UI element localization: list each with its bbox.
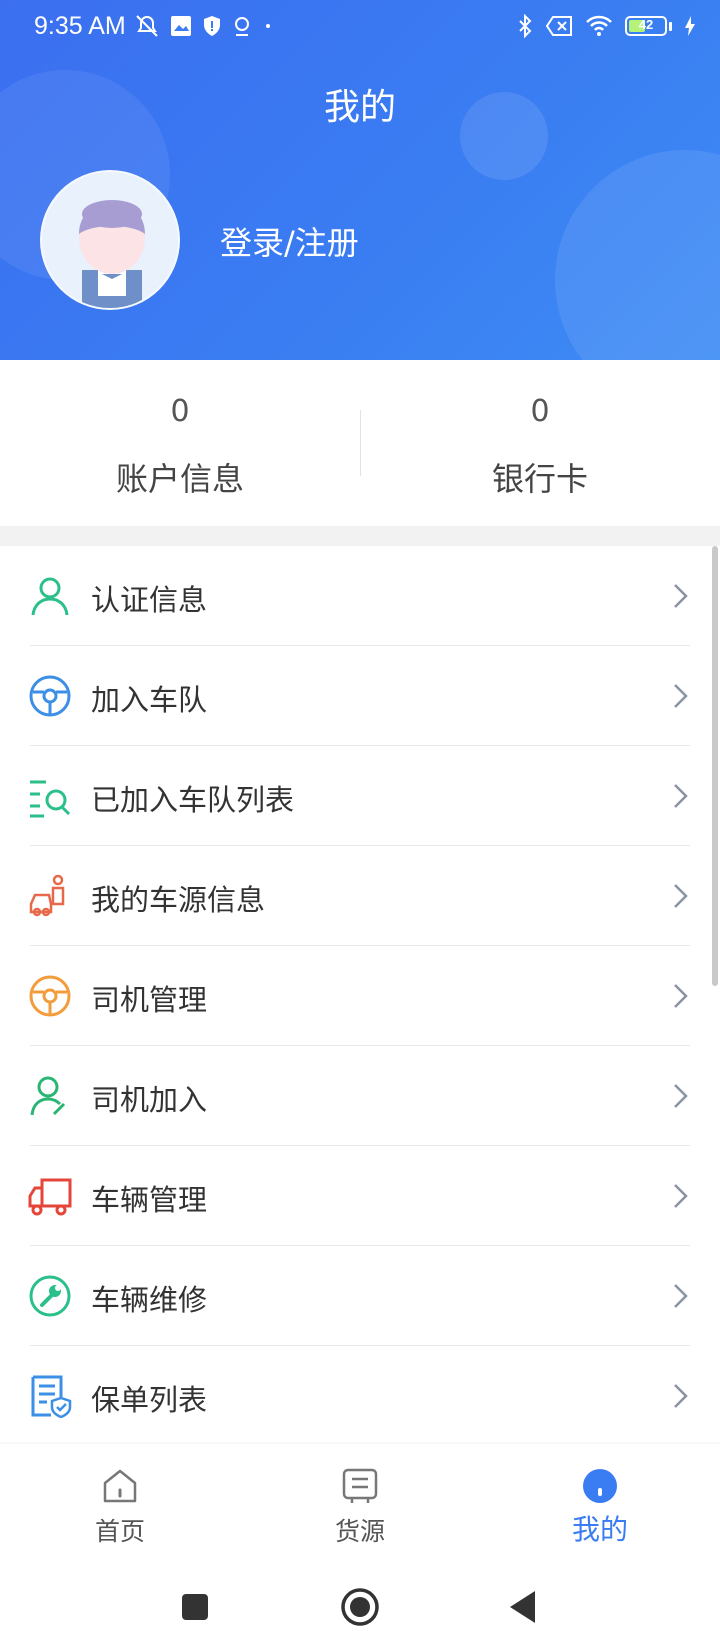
decor-bubble [555,150,720,360]
user-add-icon [30,1076,66,1116]
wrench-icon [29,1275,71,1317]
stat-account-info[interactable]: 0 账户信息 [0,360,360,526]
recent-apps-icon[interactable] [172,1584,218,1630]
driver-car-icon [29,874,65,917]
profile-icon [583,1469,617,1503]
tab-profile[interactable]: 我的 [480,1444,720,1564]
stat-label: 账户信息 [115,460,244,498]
chevron-right-icon [674,1284,688,1308]
stat-label: 银行卡 [491,460,588,498]
account-stats: 0 账户信息 0 银行卡 [0,360,720,526]
chevron-right-icon [674,1084,688,1108]
menu-item-join-fleet[interactable]: 加入车队 [0,646,720,746]
tab-label: 我的 [571,1513,628,1546]
chevron-right-icon [674,1184,688,1208]
menu-item-driver-management[interactable]: 司机管理 [0,946,720,1046]
wifi-icon [586,15,612,36]
tab-label: 首页 [94,1517,145,1546]
stat-value: 0 [530,394,550,429]
back-icon[interactable] [502,1584,548,1630]
location-icon [235,17,249,36]
menu-item-label: 加入车队 [91,683,208,717]
tab-label: 货源 [334,1517,385,1546]
no-sim-icon [545,16,572,36]
shield-icon [204,16,220,36]
policy-document-icon [31,1375,72,1418]
menu-item-label: 司机管理 [91,983,208,1017]
menu-item-my-vehicle-source[interactable]: 我的车源信息 [0,846,720,946]
menu-item-label: 车辆管理 [91,1183,208,1217]
chevron-right-icon [674,784,688,808]
menu-list: 认证信息 加入车队 已加入车队列表 我的车源信息 司机管理 司机加入 车辆管理 [0,546,720,1446]
status-bar: 9:35 AM 42 [0,0,720,54]
cargo-list-icon [342,1468,378,1503]
avatar[interactable] [40,170,180,310]
system-nav-bar [0,1564,720,1650]
dot-icon [266,24,270,28]
gallery-icon [171,16,191,36]
chevron-right-icon [674,684,688,708]
menu-item-label: 保单列表 [91,1383,208,1417]
chevron-right-icon [674,884,688,908]
steering-wheel-icon [29,675,71,717]
chevron-right-icon [674,1384,688,1408]
menu-item-vehicle-management[interactable]: 车辆管理 [0,1146,720,1246]
chevron-right-icon [674,584,688,608]
bottom-tab-bar: 首页 货源 我的 [0,1444,720,1564]
home-icon [103,1469,137,1503]
section-gap [0,526,720,546]
menu-item-joined-fleets[interactable]: 已加入车队列表 [0,746,720,846]
charging-icon [685,16,695,36]
menu-item-label: 认证信息 [91,583,208,617]
menu-item-vehicle-repair[interactable]: 车辆维修 [0,1246,720,1346]
menu-item-label: 我的车源信息 [91,883,266,917]
home-button-icon[interactable] [337,1584,383,1630]
user-avatar-icon [79,200,145,308]
battery-level: 42 [638,17,654,32]
login-register-link[interactable]: 登录/注册 [220,218,359,264]
mute-notification-icon [136,15,158,37]
menu-item-label: 已加入车队列表 [91,783,295,817]
status-time: 9:35 AM [34,12,126,40]
user-certify-icon [31,577,69,616]
page-title: 我的 [323,87,396,128]
menu-item-label: 车辆维修 [91,1283,208,1317]
battery-cap [669,21,672,31]
menu-item-certification[interactable]: 认证信息 [0,546,720,646]
list-search-icon [30,780,71,818]
bluetooth-icon [519,14,532,38]
steering-wheel-icon [29,975,71,1017]
stat-value: 0 [170,394,190,429]
scrollbar[interactable] [712,546,718,986]
tab-cargo[interactable]: 货源 [240,1444,480,1564]
tab-home[interactable]: 首页 [0,1444,240,1564]
menu-item-label: 司机加入 [91,1083,208,1117]
menu-item-driver-join[interactable]: 司机加入 [0,1046,720,1146]
battery-icon: 42 [625,16,667,36]
stat-bank-card[interactable]: 0 银行卡 [360,360,720,526]
truck-icon [28,1178,72,1216]
profile-header: 9:35 AM 42 我的 登录/注册 [0,0,720,360]
chevron-right-icon [674,984,688,1008]
menu-item-policy-list[interactable]: 保单列表 [0,1346,720,1446]
